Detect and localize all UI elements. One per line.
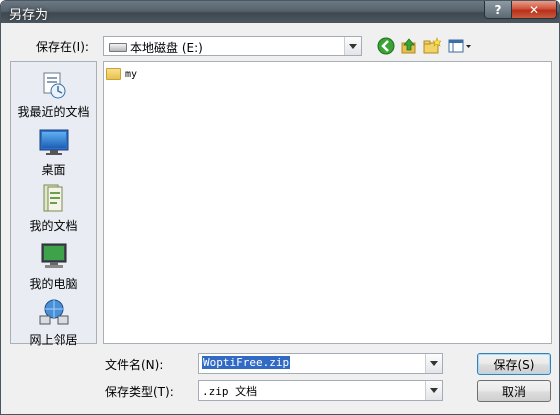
filename-dropdown-arrow[interactable] xyxy=(425,354,442,373)
place-my-documents[interactable]: 我的文档 xyxy=(11,184,96,234)
filetype-dropdown-arrow[interactable] xyxy=(425,381,442,400)
place-label: 我最近的文档 xyxy=(17,105,90,119)
up-folder-icon[interactable] xyxy=(400,37,418,55)
close-button[interactable]: ✕ xyxy=(511,1,557,19)
save-in-dropdown[interactable]: 本地磁盘 (E:) xyxy=(103,36,362,56)
filetype-dropdown[interactable]: .zip 文档 xyxy=(198,380,443,401)
back-icon[interactable] xyxy=(377,37,395,55)
place-label: 网上邻居 xyxy=(29,333,78,347)
place-label: 我的电脑 xyxy=(29,277,78,291)
my-computer-icon xyxy=(38,242,70,272)
new-folder-icon[interactable] xyxy=(423,37,442,55)
window-title: 另存为 xyxy=(9,8,49,23)
file-list[interactable]: my xyxy=(103,61,552,344)
filename-label: 文件名(N): xyxy=(105,358,164,372)
place-recent-documents[interactable]: 我最近的文档 xyxy=(11,70,96,120)
filetype-value: .zip 文档 xyxy=(202,385,258,398)
filename-value[interactable]: WoptiFree.zip xyxy=(202,356,291,369)
save-in-value: 本地磁盘 (E:) xyxy=(130,41,203,55)
view-menu-icon[interactable] xyxy=(448,37,472,55)
save-button[interactable]: 保存(S) xyxy=(477,353,551,375)
save-in-label: 保存在(I): xyxy=(36,40,89,54)
recent-documents-icon xyxy=(38,70,70,100)
places-bar: 我最近的文档 桌面 我的文档 我的电脑 网上邻居 xyxy=(10,61,97,347)
file-name: my xyxy=(125,68,138,80)
save-in-dropdown-arrow[interactable] xyxy=(344,37,361,55)
title-bar[interactable]: 另存为 ? ✕ xyxy=(1,1,559,23)
close-icon: ✕ xyxy=(528,2,540,17)
place-desktop[interactable]: 桌面 xyxy=(11,128,96,178)
folder-icon xyxy=(106,68,121,80)
place-network[interactable]: 网上邻居 xyxy=(11,298,96,348)
help-icon: ? xyxy=(494,2,502,17)
cancel-button[interactable]: 取消 xyxy=(477,380,551,402)
place-my-computer[interactable]: 我的电脑 xyxy=(11,242,96,292)
list-item[interactable]: my xyxy=(106,66,137,82)
place-label: 我的文档 xyxy=(29,219,78,233)
network-icon xyxy=(38,298,70,328)
filename-field[interactable]: WoptiFree.zip xyxy=(198,353,443,374)
drive-icon xyxy=(109,43,127,52)
filetype-label: 保存类型(T): xyxy=(105,385,174,399)
desktop-icon xyxy=(38,128,70,158)
help-button[interactable]: ? xyxy=(484,1,512,19)
place-label: 桌面 xyxy=(41,163,66,177)
save-as-dialog: 另存为 ? ✕ 保存在(I): 本地磁盘 (E:) 我最近的文档 桌面 我的文档… xyxy=(0,0,560,415)
my-documents-icon xyxy=(38,184,70,214)
